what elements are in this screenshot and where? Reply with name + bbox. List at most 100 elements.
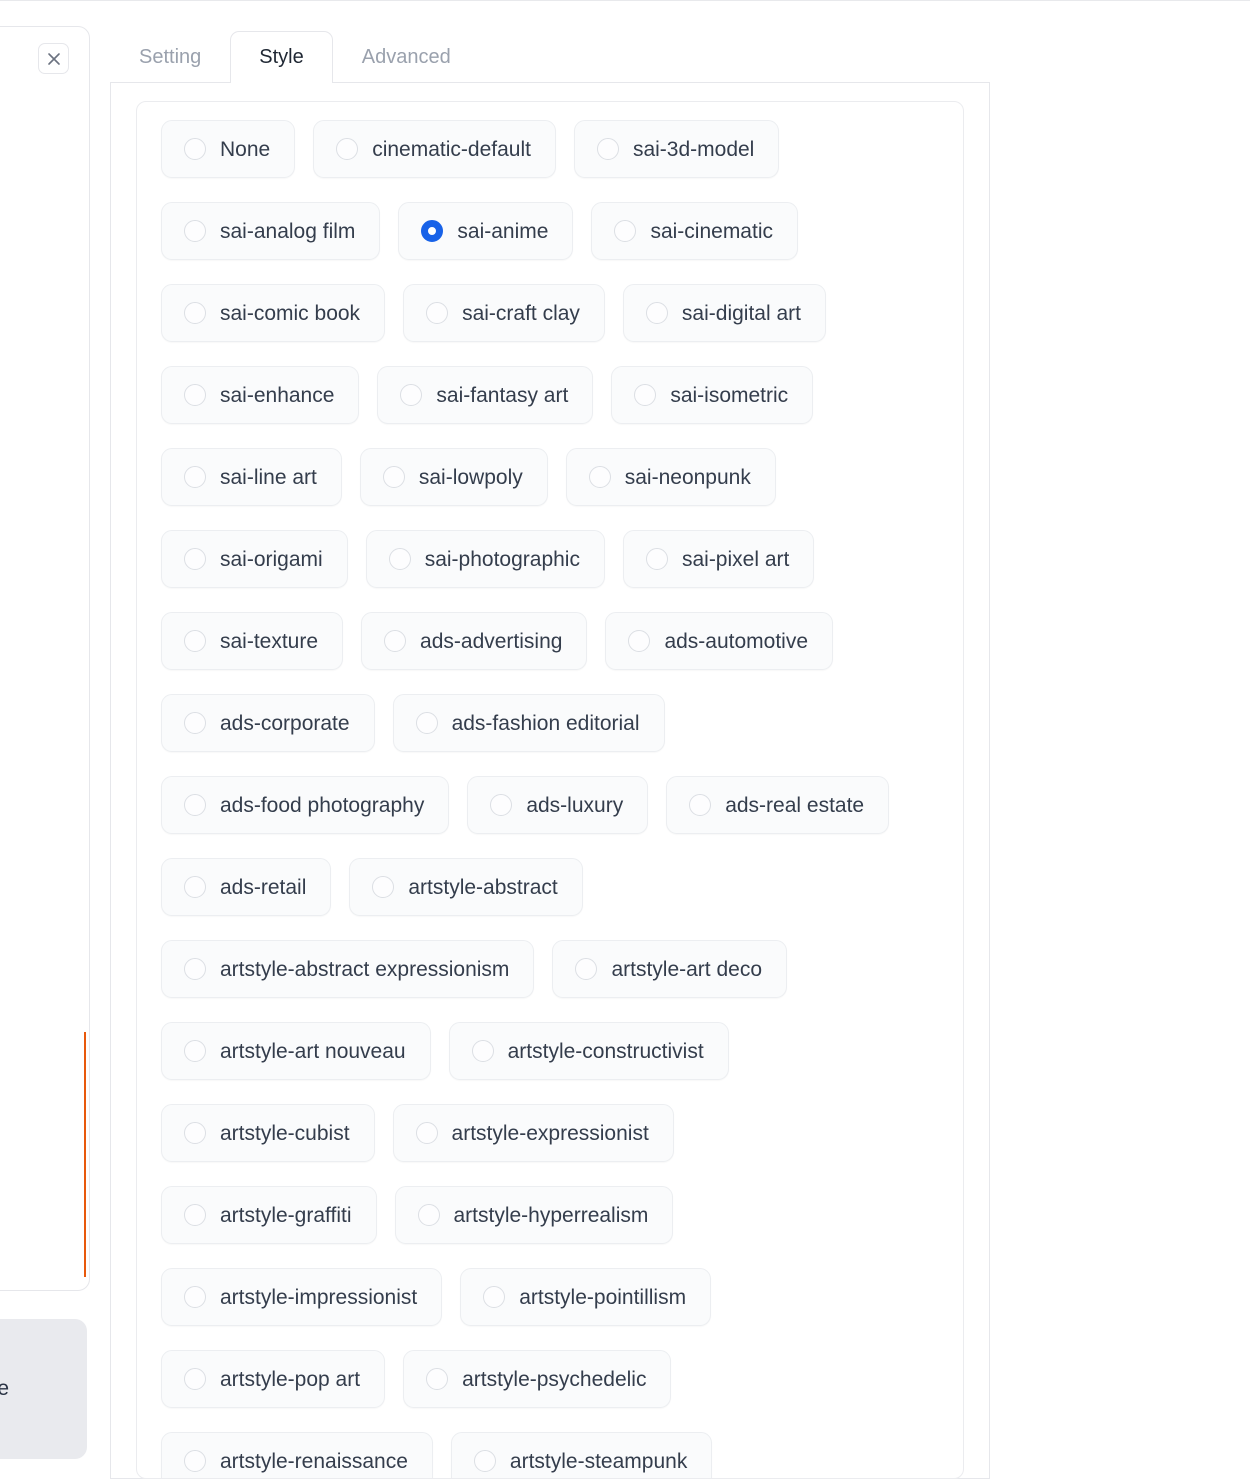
style-option-label: artstyle-impressionist xyxy=(220,1285,418,1309)
style-option-none[interactable]: None xyxy=(161,120,296,178)
style-option-label: artstyle-pointillism xyxy=(519,1285,687,1309)
style-option-sai-pixel-art[interactable]: sai-pixel art xyxy=(622,530,815,588)
style-option-ads-retail[interactable]: ads-retail xyxy=(161,858,332,916)
style-option-artstyle-graffiti[interactable]: artstyle-graffiti xyxy=(161,1186,377,1244)
style-option-sai-neonpunk[interactable]: sai-neonpunk xyxy=(565,448,776,506)
radio-icon[interactable] xyxy=(628,630,651,652)
style-option-cinematic-default[interactable]: cinematic-default xyxy=(313,120,556,178)
radio-icon[interactable] xyxy=(400,384,423,406)
style-option-sai-enhance[interactable]: sai-enhance xyxy=(161,366,360,424)
style-option-sai-analog-film[interactable]: sai-analog film xyxy=(161,202,381,260)
style-option-ads-food-photography[interactable]: ads-food photography xyxy=(161,776,450,834)
radio-icon[interactable] xyxy=(184,1122,206,1144)
style-option-sai-fantasy-art[interactable]: sai-fantasy art xyxy=(377,366,594,424)
radio-icon[interactable] xyxy=(415,712,438,734)
style-option-label: sai-digital art xyxy=(681,301,801,325)
style-option-sai-line-art[interactable]: sai-line art xyxy=(161,448,342,506)
style-option-artstyle-steampunk[interactable]: artstyle-steampunk xyxy=(450,1432,713,1478)
radio-selected-icon[interactable] xyxy=(421,220,444,242)
radio-icon[interactable] xyxy=(184,302,206,324)
style-option-ads-fashion-editorial[interactable]: ads-fashion editorial xyxy=(392,694,665,752)
style-option-artstyle-pointillism[interactable]: artstyle-pointillism xyxy=(460,1268,712,1326)
radio-icon[interactable] xyxy=(588,466,611,488)
style-option-artstyle-renaissance[interactable]: artstyle-renaissance xyxy=(161,1432,433,1478)
style-options-scroll[interactable]: None cinematic-default sai-3d-model sai-ana… xyxy=(136,101,964,1479)
radio-icon[interactable] xyxy=(184,138,206,160)
radio-icon[interactable] xyxy=(184,958,206,980)
style-option-label: sai-isometric xyxy=(670,383,789,407)
radio-icon[interactable] xyxy=(372,876,395,898)
style-option-ads-corporate[interactable]: ads-corporate xyxy=(161,694,375,752)
radio-icon[interactable] xyxy=(614,220,637,242)
radio-icon[interactable] xyxy=(184,384,206,406)
style-option-sai-digital-art[interactable]: sai-digital art xyxy=(622,284,826,342)
radio-icon[interactable] xyxy=(645,302,668,324)
radio-icon[interactable] xyxy=(490,794,513,816)
radio-icon[interactable] xyxy=(382,466,405,488)
style-option-label: ads-luxury xyxy=(526,793,624,817)
style-option-label: artstyle-art nouveau xyxy=(220,1039,406,1063)
background-chip[interactable]: e xyxy=(0,1319,87,1459)
style-option-sai-texture[interactable]: sai-texture xyxy=(161,612,344,670)
style-option-ads-advertising[interactable]: ads-advertising xyxy=(361,612,588,670)
radio-icon[interactable] xyxy=(184,548,206,570)
style-option-ads-real-estate[interactable]: ads-real estate xyxy=(666,776,890,834)
radio-icon[interactable] xyxy=(184,1040,206,1062)
style-option-artstyle-impressionist[interactable]: artstyle-impressionist xyxy=(161,1268,443,1326)
radio-icon[interactable] xyxy=(473,1450,496,1472)
radio-icon[interactable] xyxy=(426,302,449,324)
style-option-sai-origami[interactable]: sai-origami xyxy=(161,530,348,588)
close-button[interactable] xyxy=(38,43,69,74)
style-option-sai-anime[interactable]: sai-anime xyxy=(398,202,574,260)
style-option-sai-craft-clay[interactable]: sai-craft clay xyxy=(403,284,605,342)
radio-icon[interactable] xyxy=(575,958,598,980)
radio-icon[interactable] xyxy=(388,548,411,570)
style-option-label: ads-automotive xyxy=(664,629,809,653)
style-option-artstyle-hyperrealism[interactable]: artstyle-hyperrealism xyxy=(394,1186,674,1244)
radio-icon[interactable] xyxy=(184,630,206,652)
tab-setting[interactable]: Setting xyxy=(110,31,230,83)
radio-icon[interactable] xyxy=(184,712,206,734)
radio-icon[interactable] xyxy=(184,466,206,488)
radio-icon[interactable] xyxy=(184,1204,206,1226)
radio-icon[interactable] xyxy=(184,1286,206,1308)
style-option-sai-isometric[interactable]: sai-isometric xyxy=(611,366,814,424)
style-option-sai-photographic[interactable]: sai-photographic xyxy=(365,530,605,588)
style-option-artstyle-abstract[interactable]: artstyle-abstract xyxy=(349,858,583,916)
style-option-sai-lowpoly[interactable]: sai-lowpoly xyxy=(359,448,548,506)
style-option-artstyle-abstract-expressionism[interactable]: artstyle-abstract expressionism xyxy=(161,940,535,998)
radio-icon[interactable] xyxy=(689,794,712,816)
radio-icon[interactable] xyxy=(417,1204,440,1226)
radio-icon[interactable] xyxy=(184,220,206,242)
style-option-label: artstyle-renaissance xyxy=(220,1449,408,1473)
radio-icon[interactable] xyxy=(471,1040,494,1062)
style-option-sai-cinematic[interactable]: sai-cinematic xyxy=(591,202,798,260)
style-option-artstyle-pop-art[interactable]: artstyle-pop art xyxy=(161,1350,386,1408)
tab-style[interactable]: Style xyxy=(230,31,333,84)
radio-icon[interactable] xyxy=(634,384,657,406)
radio-icon[interactable] xyxy=(184,1450,206,1472)
style-option-sai-3d-model[interactable]: sai-3d-model xyxy=(573,120,780,178)
style-option-sai-comic-book[interactable]: sai-comic book xyxy=(161,284,386,342)
style-option-artstyle-expressionist[interactable]: artstyle-expressionist xyxy=(392,1104,674,1162)
radio-icon[interactable] xyxy=(415,1122,438,1144)
style-option-ads-luxury[interactable]: ads-luxury xyxy=(467,776,649,834)
tab-advanced[interactable]: Advanced xyxy=(333,31,480,83)
style-option-ads-automotive[interactable]: ads-automotive xyxy=(605,612,834,670)
style-option-artstyle-constructivist[interactable]: artstyle-constructivist xyxy=(448,1022,729,1080)
radio-icon[interactable] xyxy=(184,1368,206,1390)
style-option-artstyle-art-deco[interactable]: artstyle-art deco xyxy=(552,940,787,998)
radio-icon[interactable] xyxy=(184,794,206,816)
style-option-artstyle-psychedelic[interactable]: artstyle-psychedelic xyxy=(403,1350,672,1408)
radio-icon[interactable] xyxy=(645,548,668,570)
style-option-artstyle-art-nouveau[interactable]: artstyle-art nouveau xyxy=(161,1022,431,1080)
style-option-artstyle-cubist[interactable]: artstyle-cubist xyxy=(161,1104,375,1162)
radio-icon[interactable] xyxy=(426,1368,449,1390)
style-option-row: artstyle-cubist artstyle-expressionist xyxy=(161,1104,963,1162)
radio-icon[interactable] xyxy=(384,630,407,652)
radio-icon[interactable] xyxy=(596,138,619,160)
radio-icon[interactable] xyxy=(336,138,359,160)
radio-icon[interactable] xyxy=(184,876,206,898)
style-option-label: ads-advertising xyxy=(420,629,563,653)
radio-icon[interactable] xyxy=(483,1286,506,1308)
